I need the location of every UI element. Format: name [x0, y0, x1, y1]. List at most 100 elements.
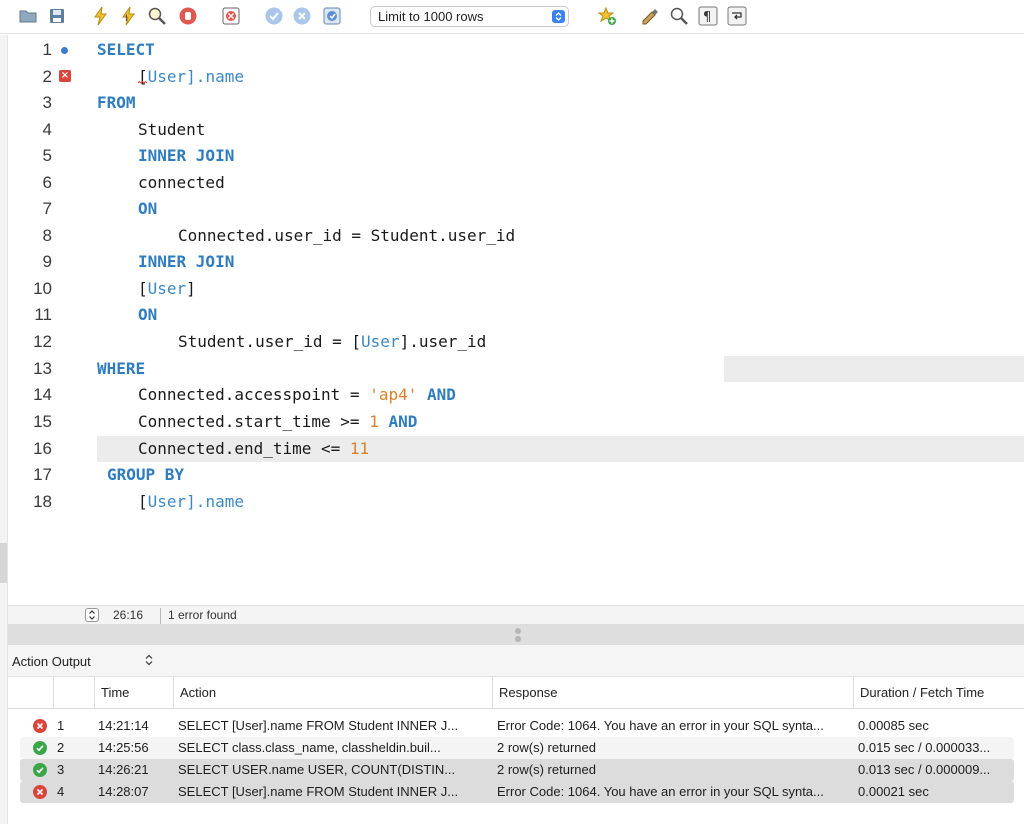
beautify-icon[interactable]: [640, 6, 660, 26]
column-header-status[interactable]: [53, 677, 100, 709]
bracket-token: [: [138, 492, 148, 511]
code-line: 1 SELECT: [0, 37, 1024, 63]
stop-icon[interactable]: [178, 6, 198, 26]
execute-current-icon[interactable]: I: [119, 6, 139, 26]
identifier-token: User: [147, 492, 187, 511]
number-literal: 11: [349, 439, 370, 458]
code-line: 15 Connected.start_time >= 1 AND: [0, 409, 1024, 435]
toggle-continue-on-error-icon[interactable]: [221, 6, 241, 26]
row-action: SELECT USER.name USER, COUNT(DISTIN...: [178, 762, 456, 777]
execute-icon[interactable]: [91, 6, 111, 26]
row-duration: 0.00021 sec: [858, 784, 929, 799]
chevron-updown-icon: [552, 10, 565, 23]
keyword-token: AND: [427, 385, 456, 404]
code-token: Connected.end_time <=: [138, 439, 350, 458]
add-snippet-icon[interactable]: [597, 6, 617, 26]
row-number: 2: [57, 740, 65, 755]
wrap-lines-icon[interactable]: [727, 6, 747, 26]
code-line: 8 Connected.user_id = Student.user_id: [0, 223, 1024, 249]
line-number: 9: [42, 252, 52, 271]
error-status-icon: [33, 719, 47, 733]
code-line: 6 connected: [0, 170, 1024, 196]
commit-icon[interactable]: [264, 6, 284, 26]
error-squiggle-icon: [138, 81, 147, 84]
cursor-position: 26:16: [113, 608, 144, 622]
keyword-token: AND: [388, 412, 418, 431]
row-time: 14:28:07: [98, 784, 149, 799]
line-number: 16: [33, 439, 52, 458]
row-time: 14:21:14: [98, 718, 149, 733]
code-token: Connected.start_time >=: [138, 412, 370, 431]
splitter-grip-icon: [515, 628, 521, 634]
code-token: Student.user_id = [User].user_id: [178, 329, 486, 355]
keyword-token: ON: [138, 305, 158, 324]
identifier-token: ].name: [186, 492, 244, 511]
code-token: Connected.user_id = Student.user_id: [178, 226, 516, 245]
invisible-chars-icon[interactable]: ¶: [698, 6, 718, 26]
column-header-duration[interactable]: Duration / Fetch Time: [853, 677, 1024, 709]
panel-resize-notch[interactable]: [0, 543, 7, 583]
sql-editor-toolbar: I Limit to 1000 rows ¶: [0, 0, 1024, 34]
code-line: 4 Student: [0, 117, 1024, 143]
row-duration: 0.013 sec / 0.000009...: [858, 762, 991, 777]
syntax-error-icon[interactable]: ×: [59, 70, 71, 82]
table-row[interactable]: 3 14:26:21 SELECT USER.name USER, COUNT(…: [20, 759, 1014, 781]
row-number: 3: [57, 762, 65, 777]
line-number: 3: [42, 93, 52, 112]
keyword-token: GROUP BY: [107, 465, 185, 484]
code-token: Student.user_id = [: [178, 332, 362, 351]
splitter-grip-icon: [515, 636, 521, 642]
column-header-response[interactable]: Response: [492, 677, 854, 709]
rollback-icon[interactable]: [292, 6, 312, 26]
chevron-updown-icon[interactable]: [85, 608, 99, 622]
line-number: 11: [34, 305, 52, 324]
identifier-token: User: [361, 332, 400, 351]
output-type-label[interactable]: Action Output: [12, 654, 91, 669]
keyword-token: FROM: [97, 93, 136, 112]
code-line: 12 Student.user_id = [User].user_id: [0, 329, 1024, 355]
folder-icon[interactable]: [18, 6, 38, 26]
success-status-icon: [33, 763, 47, 777]
line-number: 7: [42, 199, 52, 218]
code-line: 2 × [User].name: [0, 64, 1024, 90]
code-token: Connected.accesspoint =: [138, 385, 370, 404]
row-response: 2 row(s) returned: [497, 762, 596, 777]
column-header-action[interactable]: Action: [173, 677, 493, 709]
code-token: Connected.accesspoint = 'ap4' AND: [138, 382, 456, 408]
svg-text:I: I: [125, 14, 128, 24]
row-response: Error Code: 1064. You have an error in y…: [497, 784, 824, 799]
line-number: 10: [33, 279, 52, 298]
code-token: ].user_id: [399, 332, 487, 351]
code-line: 7 ON: [0, 196, 1024, 222]
code-line: 10 [User]: [0, 276, 1024, 302]
code-token: [User].name: [138, 64, 244, 90]
line-number: 12: [33, 332, 52, 351]
save-icon[interactable]: [47, 6, 67, 26]
row-duration: 0.015 sec / 0.000033...: [858, 740, 991, 755]
svg-text:¶: ¶: [703, 10, 711, 25]
row-number: 4: [57, 784, 65, 799]
output-grid-header: Time Action Response Duration / Fetch Ti…: [8, 677, 1024, 709]
explain-icon[interactable]: [147, 6, 167, 26]
line-number: 17: [33, 465, 52, 484]
pane-splitter[interactable]: [8, 625, 1024, 645]
left-panel-edge: [0, 35, 8, 824]
autocommit-icon[interactable]: [322, 6, 342, 26]
find-icon[interactable]: [669, 6, 689, 26]
limit-rows-select[interactable]: Limit to 1000 rows: [370, 6, 569, 27]
error-status-icon: [33, 785, 47, 799]
row-response: Error Code: 1064. You have an error in y…: [497, 718, 824, 733]
code-line: 16 Connected.end_time <= 11: [0, 436, 1024, 462]
line-number: 15: [33, 412, 52, 431]
error-token: [: [138, 67, 148, 86]
line-number: 1: [42, 40, 52, 59]
identifier-token: User: [147, 67, 187, 86]
line-number: 14: [33, 385, 52, 404]
row-response: 2 row(s) returned: [497, 740, 596, 755]
code-line: 5 INNER JOIN: [0, 143, 1024, 169]
table-row[interactable]: 4 14:28:07 SELECT [User].name FROM Stude…: [20, 781, 1014, 803]
column-header-time[interactable]: Time: [94, 677, 174, 709]
table-row[interactable]: 2 14:25:56 SELECT class.class_name, clas…: [20, 737, 1014, 759]
chevron-updown-icon[interactable]: [143, 653, 155, 667]
table-row[interactable]: 1 14:21:14 SELECT [User].name FROM Stude…: [20, 715, 1014, 737]
